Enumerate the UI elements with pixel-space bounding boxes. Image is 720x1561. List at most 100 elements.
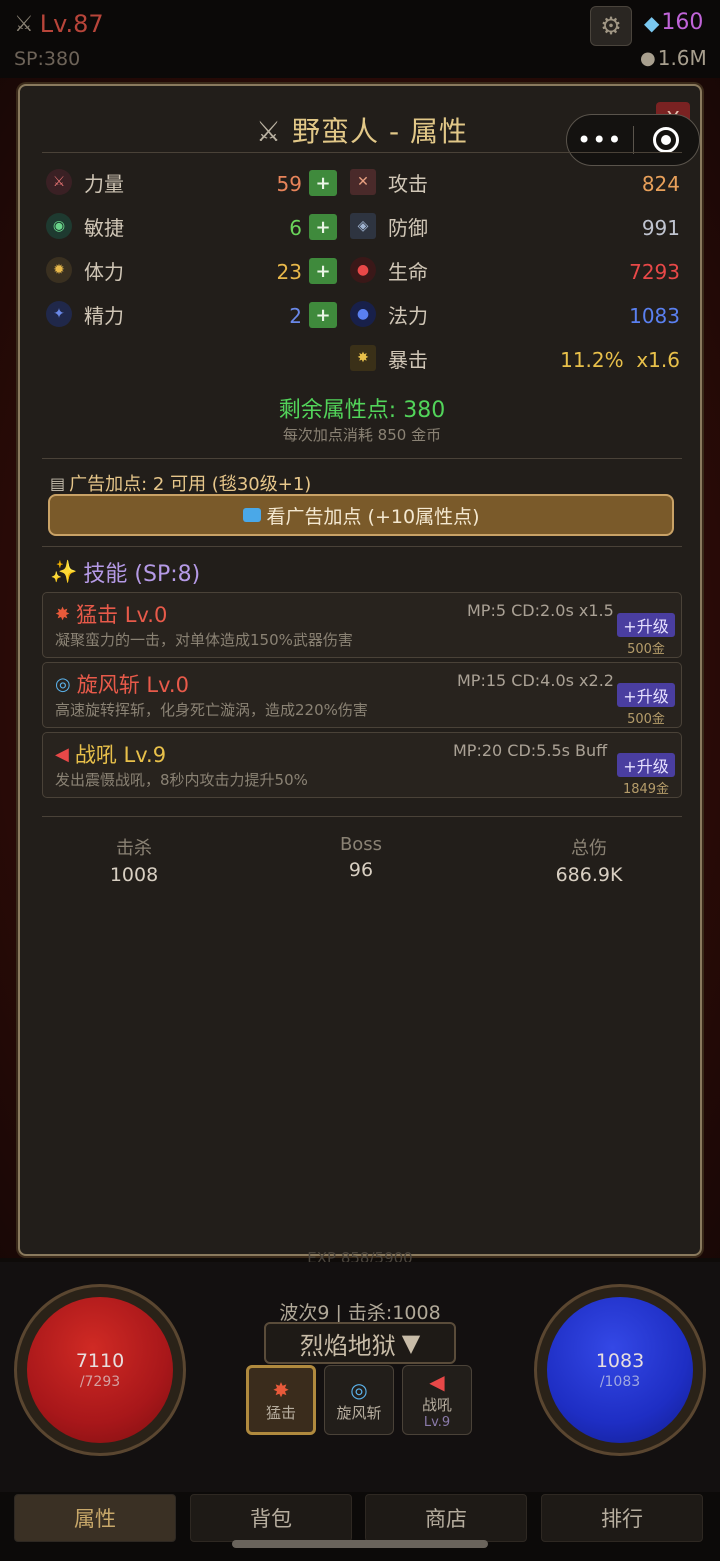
attack-icon: ✕ [350,169,376,195]
hp-max: /7293 [79,1374,121,1390]
skill-slot-whirlwind[interactable]: ◎ 旋风斩 [324,1365,394,1435]
skill-slot-war-cry[interactable]: ◀ 战吼 Lv.9 [402,1365,472,1435]
top-status-bar: ⚔ Lv.87 SP:380 ⚙ ◆ 160 ● 1.6M [0,0,720,78]
skill-card-bash: ✸ 猛击 Lv.0 MP:5 CD:2.0s x1.5 凝聚蛮力的一击，对单体造… [42,592,682,658]
slot-label: 战吼 [421,1396,452,1414]
watch-ad-button[interactable]: 看广告加点 (+10属性点) [48,494,674,536]
attribute-panel: ⚔ 野蛮人 - 属性 X ••• ⚔ 力量 59 + ◉ 敏捷 6 + ✹ 体力… [18,84,702,1256]
upgrade-skill-button[interactable]: +升级 [617,683,675,707]
skill-description: 凝聚蛮力的一击，对单体造成150%武器伤害 [55,631,353,649]
skills-heading: ✨ 技能 (SP:8) [50,556,200,588]
stat-label: 精力 [84,303,124,328]
cyclone-icon: ◎ [350,1377,368,1402]
bottom-nav: 属性 背包 商店 排行 [0,1492,720,1561]
stat-vitality: ✹ 体力 [46,252,124,288]
dropdown-arrow-icon: ▼ [401,1329,421,1357]
skill-card-war-cry: ◀ 战吼 Lv.9 MP:20 CD:5.5s Buff 发出震慑战吼，8秒内攻… [42,732,682,798]
upgrade-cost: 500金 [627,642,665,657]
stat-attack: ✕ 攻击 [350,164,428,200]
summary-label: Boss [339,834,383,855]
cyclone-icon: ◎ [55,673,71,695]
clapperboard-icon: ▤ [50,473,66,493]
map-selector[interactable]: 烈焰地狱 ▼ [264,1322,456,1364]
gold-value: 1.6M [657,46,707,70]
gold-counter: ● 1.6M [640,46,707,70]
megaphone-icon: ◀ [55,743,69,765]
miniprogram-capsule: ••• [566,114,700,166]
sword-icon: ⚔ [46,169,72,195]
ad-points-info: ▤ 广告加点: 2 可用 (毯30级+1) [50,470,311,496]
slot-label: 旋风斩 [336,1403,382,1422]
add-strength-button[interactable]: + [309,170,337,196]
add-agility-button[interactable]: + [309,214,337,240]
tab-inventory[interactable]: 背包 [190,1494,352,1542]
vitality-value: 23 [276,260,302,284]
upgrade-skill-button[interactable]: +升级 [617,753,675,777]
summary-label: 击杀 [116,838,152,859]
tv-icon [242,508,261,522]
sun-icon: ✹ [46,257,72,283]
stat-agility: ◉ 敏捷 [46,208,124,244]
divider [42,152,682,153]
skill-name: ◀ 战吼 Lv.9 [55,743,167,767]
upgrade-skill-button[interactable]: +升级 [617,613,675,637]
defense-value: 991 [641,216,680,240]
tab-shop[interactable]: 商店 [365,1494,527,1542]
summary-total-damage: 总伤 686.9K [489,834,689,886]
close-miniprogram-button[interactable] [634,127,700,153]
skill-slot-bash[interactable]: ✸ 猛击 [246,1365,316,1435]
divider [42,458,682,459]
summary-kills: 击杀 1008 [34,834,234,886]
hp-current: 7110 [75,1350,125,1372]
orb-icon: ✦ [46,301,72,327]
stat-energy: ✦ 精力 [46,296,124,332]
agility-value: 6 [289,216,302,240]
more-menu-button[interactable]: ••• [567,126,633,154]
stat-label: 力量 [84,171,124,196]
tab-attributes[interactable]: 属性 [14,1494,176,1542]
watch-ad-label: 看广告加点 (+10属性点) [266,505,480,528]
target-icon [653,127,680,153]
tab-ranking[interactable]: 排行 [541,1494,703,1542]
attack-value: 824 [641,172,680,196]
gem-value: 160 [661,10,704,35]
crossed-swords-icon: ⚔ [14,11,34,37]
skill-stats: MP:5 CD:2.0s x1.5 [467,601,614,620]
stat-label: 生命 [388,259,428,284]
remaining-points: 剩余属性点: 380 [278,398,446,423]
divider [42,816,682,817]
stat-label: 法力 [388,303,428,328]
money-bag-icon: ● [640,47,656,69]
player-level: ⚔ Lv.87 [14,10,104,38]
megaphone-icon: ◀ [429,1370,445,1394]
mp-current: 1083 [595,1350,645,1372]
add-vitality-button[interactable]: + [309,258,337,284]
life-value: 7293 [629,260,680,284]
settings-button[interactable]: ⚙ [590,6,632,46]
stat-strength: ⚔ 力量 [46,164,124,200]
diamond-icon: ◆ [644,10,660,35]
mp-max: /1083 [599,1374,641,1390]
gem-counter: ◆ 160 [644,10,703,35]
summary-boss: Boss 96 [261,834,461,881]
strength-value: 59 [276,172,302,196]
upgrade-cost: 500金 [627,712,665,727]
slot-level: Lv.9 [423,1415,451,1430]
stat-mana: ● 法力 [350,296,428,332]
summary-value: 96 [348,859,374,881]
sp-text: SP:380 [14,48,81,70]
explosion-icon: ✸ [55,603,71,625]
sparkles-icon: ✨ [50,559,78,585]
stat-label: 暴击 [388,347,428,372]
skill-stats: MP:15 CD:4.0s x2.2 [457,671,614,690]
skill-name: ◎ 旋风斩 Lv.0 [55,673,189,697]
add-energy-button[interactable]: + [309,302,337,328]
stat-label: 防御 [388,215,428,240]
shield-icon: ◈ [350,213,376,239]
mana-gem-icon: ● [350,301,376,327]
mana-value: 1083 [629,304,680,328]
slot-label: 猛击 [265,1403,296,1422]
gear-icon: ⚙ [600,12,622,40]
ad-points-text: 广告加点: 2 可用 (毯30级+1) [69,474,312,495]
skill-description: 高速旋转挥斩，化身死亡漩涡，造成220%伤害 [55,701,368,719]
